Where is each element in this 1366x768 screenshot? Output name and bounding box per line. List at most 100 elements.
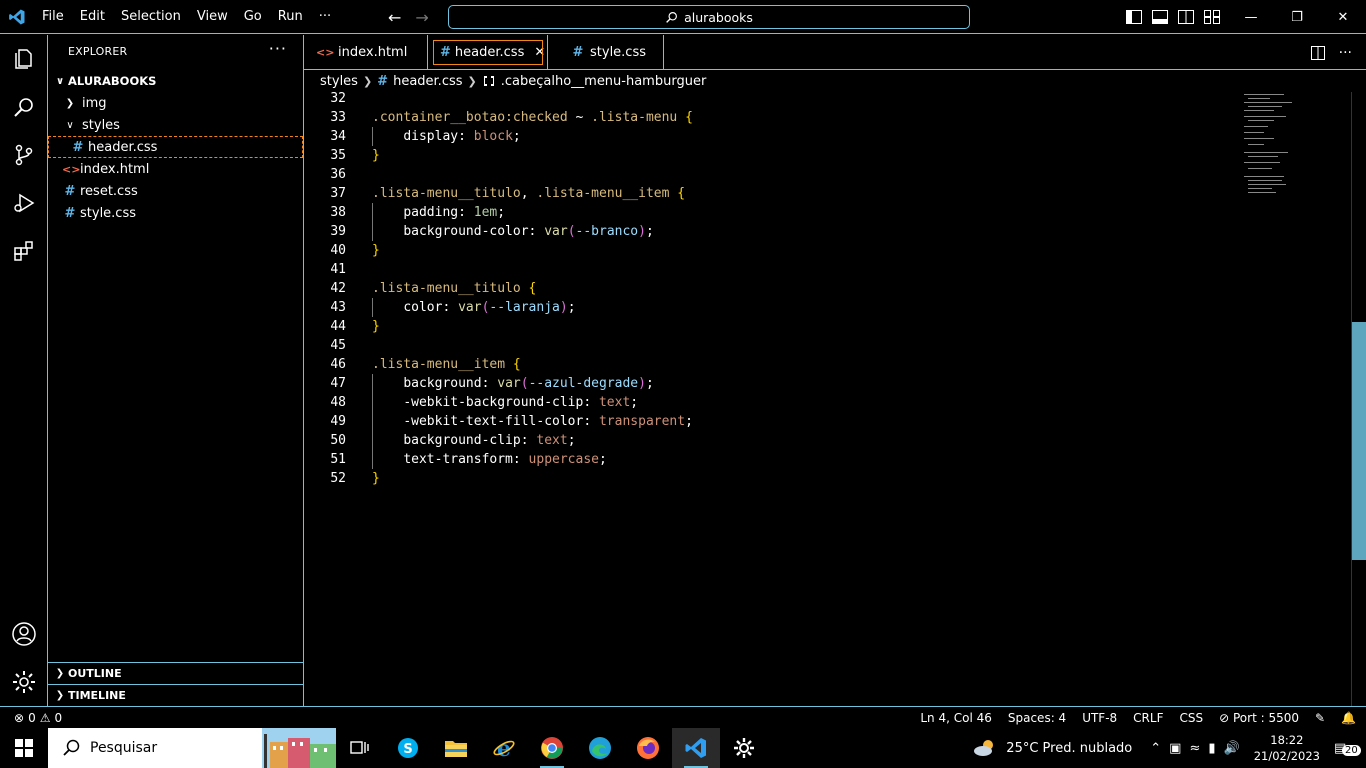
problems-indicator[interactable]: ⊗ 0 ⚠ 0 xyxy=(14,711,62,725)
menu-go[interactable]: Go xyxy=(236,0,270,34)
tray-app-icon[interactable]: ▣ xyxy=(1169,741,1181,756)
indentation[interactable]: Spaces: 4 xyxy=(1008,711,1066,725)
vscode-taskbar-icon[interactable] xyxy=(672,728,720,768)
split-editor-icon[interactable] xyxy=(1310,45,1325,60)
end-of-line[interactable]: CRLF xyxy=(1133,711,1163,725)
outline-section[interactable]: ❯ OUTLINE xyxy=(48,662,303,684)
line-number: 47 xyxy=(330,376,346,391)
vertical-scrollbar[interactable] xyxy=(1352,322,1366,560)
file-encoding[interactable]: UTF-8 xyxy=(1082,711,1117,725)
customize-layout-icon[interactable] xyxy=(1204,10,1220,24)
chrome-icon[interactable] xyxy=(528,728,576,768)
css-file-icon: # xyxy=(64,205,76,221)
forward-arrow-icon[interactable]: → xyxy=(415,8,428,27)
outline-label: OUTLINE xyxy=(68,667,122,680)
toggle-panel-icon[interactable] xyxy=(1152,10,1168,24)
extensions-icon[interactable] xyxy=(0,227,48,275)
search-icon xyxy=(666,11,678,23)
internet-explorer-icon[interactable]: e xyxy=(480,728,528,768)
line-number: 41 xyxy=(330,262,346,277)
error-icon: ⊗ xyxy=(14,710,25,725)
code-editor[interactable]: 32 33 .container__botao:checked ~ .lista-… xyxy=(304,91,1366,706)
workspace-root[interactable]: ∨ ALURABOOKS xyxy=(48,70,303,92)
tree-file-reset-css[interactable]: # reset.css xyxy=(48,180,303,202)
toggle-secondary-sidebar-icon[interactable] xyxy=(1178,10,1194,24)
close-window-icon[interactable]: ✕ xyxy=(1320,0,1366,34)
more-actions-icon[interactable]: ··· xyxy=(1339,45,1352,61)
tree-file-style-css[interactable]: # style.css xyxy=(48,202,303,224)
menu-view[interactable]: View xyxy=(189,0,236,34)
command-center-search[interactable]: alurabooks xyxy=(448,5,970,29)
settings-gear-icon[interactable] xyxy=(720,728,768,768)
code-line: 51 text-transform: uppercase; xyxy=(304,450,1234,469)
skype-icon[interactable]: S xyxy=(384,728,432,768)
notifications-bell-icon[interactable]: 🔔 xyxy=(1341,711,1356,725)
warning-icon: ⚠ xyxy=(39,710,51,725)
file-explorer-icon[interactable] xyxy=(432,728,480,768)
vscode-logo-icon xyxy=(0,0,34,34)
taskbar-search[interactable]: Pesquisar xyxy=(48,728,336,768)
search-view-icon[interactable] xyxy=(0,83,48,131)
tree-file-header-css[interactable]: # header.css xyxy=(48,136,303,158)
feedback-icon[interactable]: ✎ xyxy=(1315,711,1325,725)
live-server-port[interactable]: ⊘ Port : 5500 xyxy=(1219,711,1299,725)
timeline-section[interactable]: ❯ TIMELINE xyxy=(48,684,303,706)
line-number: 38 xyxy=(330,205,346,220)
tree-folder-img[interactable]: ❯ img xyxy=(48,92,303,114)
breadcrumb-symbol[interactable]: .cabeçalho__menu-hamburguer xyxy=(501,74,707,89)
tree-file-label: header.css xyxy=(88,139,158,155)
tree-folder-styles[interactable]: ∨ styles xyxy=(48,114,303,136)
code-text: .lista-menu__titulo { xyxy=(372,281,537,296)
notification-badge: 20 xyxy=(1342,744,1361,756)
weather-text[interactable]: 25°C Pred. nublado xyxy=(1006,741,1132,756)
code-line: 43 color: var(--laranja); xyxy=(304,298,1234,317)
line-number: 40 xyxy=(330,243,346,258)
menu-file[interactable]: File xyxy=(34,0,72,34)
weather-cloud-icon[interactable] xyxy=(972,738,998,758)
task-view-icon[interactable] xyxy=(336,728,384,768)
volume-icon[interactable]: 🔊 xyxy=(1224,741,1240,756)
back-arrow-icon[interactable]: ← xyxy=(388,8,401,27)
line-number: 33 xyxy=(330,110,346,125)
restore-icon[interactable]: ❐ xyxy=(1274,0,1320,34)
line-number: 34 xyxy=(330,129,346,144)
cursor-position[interactable]: Ln 4, Col 46 xyxy=(920,711,992,725)
minimap[interactable] xyxy=(1240,92,1320,202)
status-bar-right: Ln 4, Col 46 Spaces: 4 UTF-8 CRLF CSS ⊘ … xyxy=(920,711,1356,725)
breadcrumb-file[interactable]: header.css xyxy=(393,74,462,89)
line-number: 51 xyxy=(330,452,346,467)
tab-index-html[interactable]: <> index.html xyxy=(304,35,428,70)
toggle-primary-sidebar-icon[interactable] xyxy=(1126,10,1142,24)
manage-gear-icon[interactable] xyxy=(0,658,48,706)
windows-start-icon[interactable] xyxy=(0,728,48,768)
wifi-icon[interactable]: ≈ xyxy=(1189,741,1200,756)
accounts-icon[interactable] xyxy=(0,610,48,658)
minimize-icon[interactable]: — xyxy=(1228,0,1274,34)
chevron-right-icon: ❯ xyxy=(55,668,65,679)
explorer-icon[interactable] xyxy=(0,35,48,83)
menu-run[interactable]: Run xyxy=(270,0,311,34)
clock[interactable]: 18:22 21/02/2023 xyxy=(1254,732,1320,764)
tab-style-css[interactable]: # style.css xyxy=(548,35,664,70)
tree-file-index-html[interactable]: <> index.html xyxy=(48,158,303,180)
menu-edit[interactable]: Edit xyxy=(72,0,113,34)
chevron-up-icon[interactable]: ⌃ xyxy=(1150,741,1161,756)
chevron-right-icon: ❯ xyxy=(55,690,65,701)
code-text: text-transform: uppercase; xyxy=(403,452,607,467)
notification-center[interactable]: ▤ 20 xyxy=(1334,741,1361,756)
edge-icon[interactable] xyxy=(576,728,624,768)
code-line: 46 .lista-menu__item { xyxy=(304,355,1234,374)
code-line: 37 .lista-menu__titulo, .lista-menu__item… xyxy=(304,184,1234,203)
run-debug-icon[interactable] xyxy=(0,179,48,227)
explorer-more-actions-icon[interactable]: ··· xyxy=(269,39,287,58)
tab-header-css[interactable]: # header.css ✕ xyxy=(428,35,548,70)
svg-text:S: S xyxy=(403,742,412,757)
menu-selection[interactable]: Selection xyxy=(113,0,189,34)
menu-more[interactable]: ··· xyxy=(311,0,339,34)
breadcrumb-folder[interactable]: styles xyxy=(320,74,358,89)
close-tab-icon[interactable]: ✕ xyxy=(534,45,545,60)
language-mode[interactable]: CSS xyxy=(1179,711,1203,725)
battery-icon[interactable]: ▮ xyxy=(1208,741,1215,756)
firefox-icon[interactable] xyxy=(624,728,672,768)
source-control-icon[interactable] xyxy=(0,131,48,179)
